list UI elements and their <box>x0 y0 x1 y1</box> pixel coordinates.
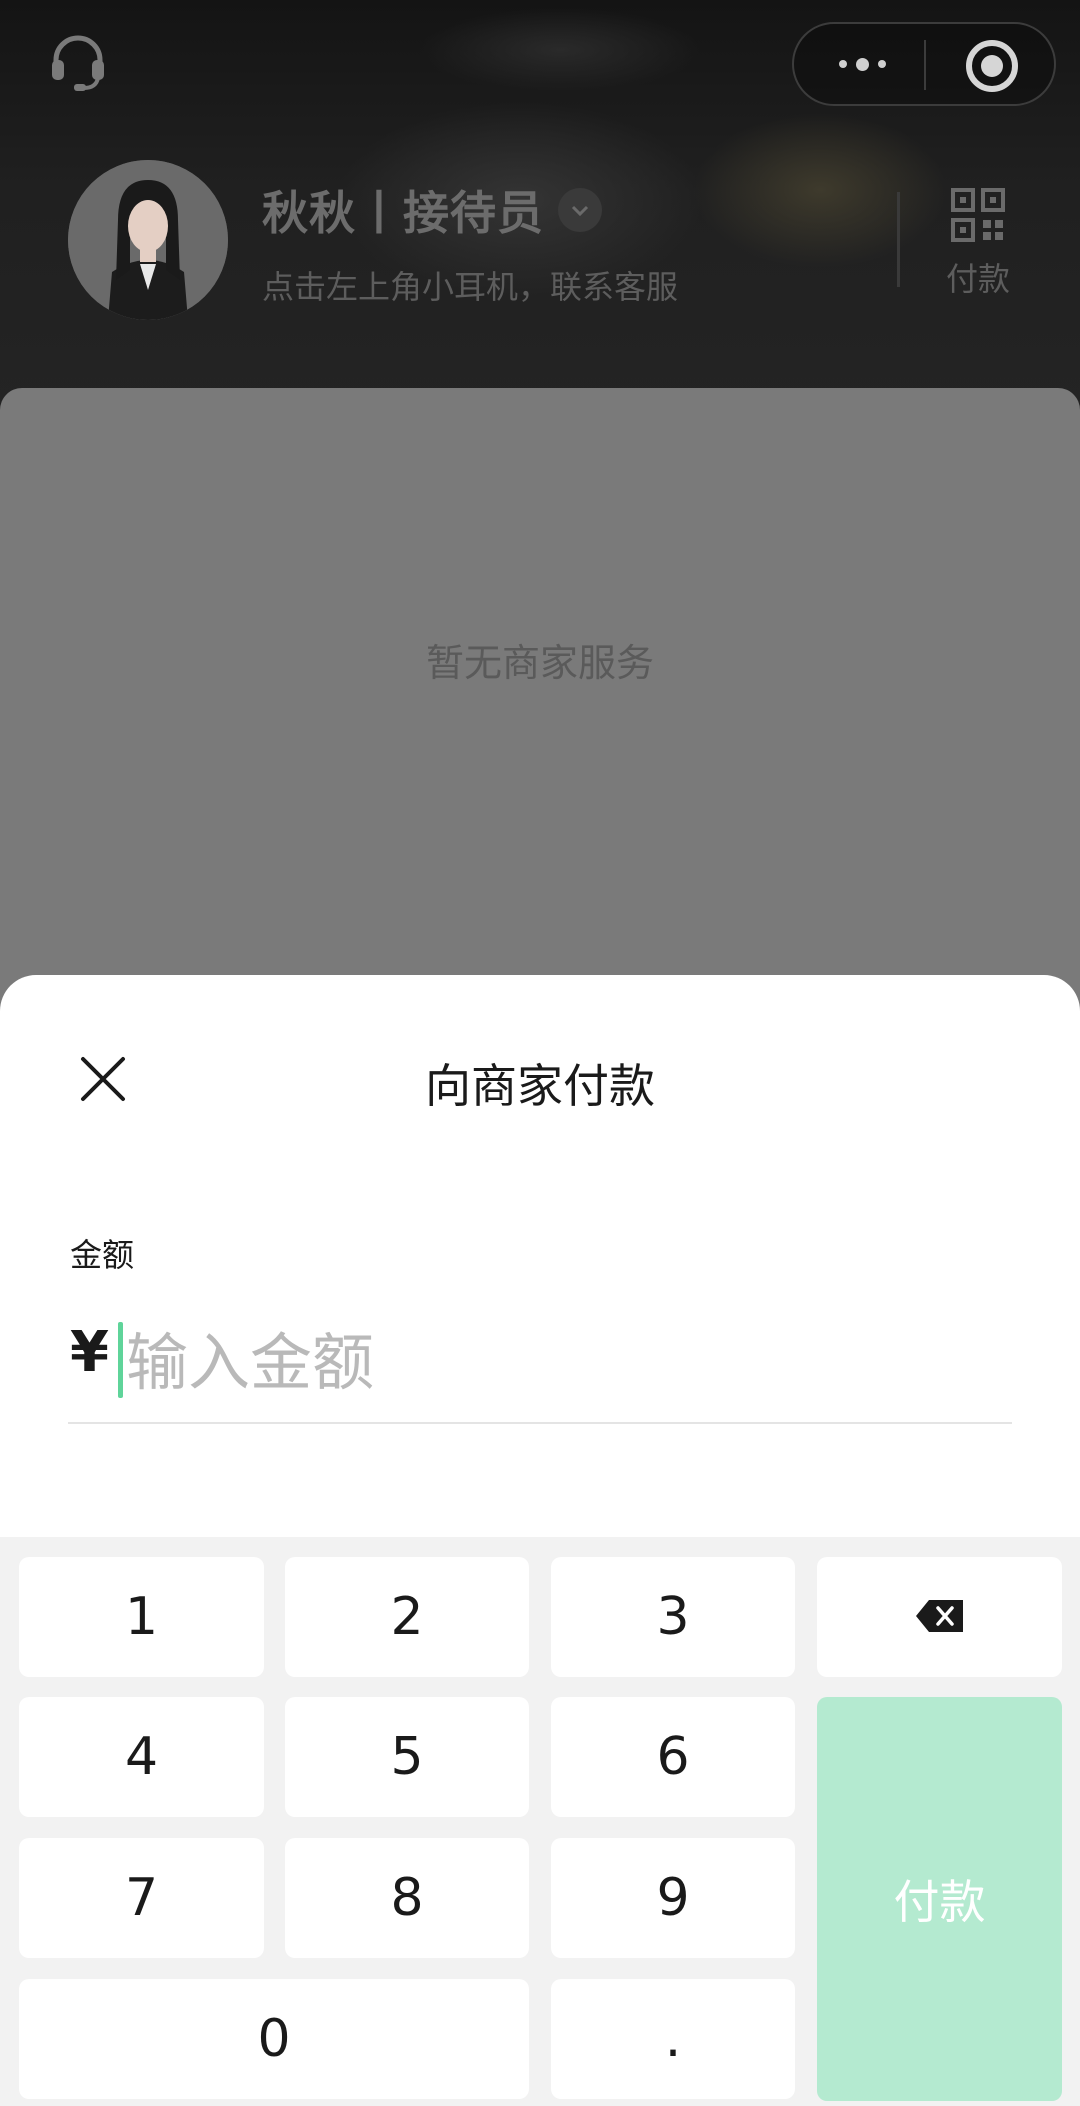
services-panel <box>0 388 1080 1028</box>
headset-icon[interactable] <box>46 30 110 94</box>
currency-symbol: ¥ <box>70 1320 109 1385</box>
contact-hint: 点击左上角小耳机，联系客服 <box>262 268 679 306</box>
key-7[interactable]: 7 <box>19 1838 264 1958</box>
avatar <box>68 160 228 320</box>
key-6[interactable]: 6 <box>551 1697 795 1817</box>
key-decimal[interactable]: . <box>551 1979 795 2099</box>
key-0[interactable]: 0 <box>19 1979 529 2099</box>
pay-qr-button[interactable]: 付款 <box>930 188 1026 298</box>
close-circle-icon[interactable] <box>966 40 1018 92</box>
merchant-name: 秋秋丨接待员 <box>262 186 544 240</box>
pay-qr-label: 付款 <box>945 260 1010 298</box>
empty-services-text: 暂无商家服务 <box>425 641 654 685</box>
key-3[interactable]: 3 <box>551 1557 795 1677</box>
key-5[interactable]: 5 <box>285 1697 529 1817</box>
chevron-down-icon[interactable] <box>558 188 602 232</box>
pay-button[interactable]: 付款 <box>817 1697 1062 2101</box>
header-divider <box>897 192 900 287</box>
mini-program-capsule <box>792 22 1056 106</box>
qr-code-icon <box>951 188 1005 246</box>
sheet-title: 向商家付款 <box>425 1059 655 1113</box>
capsule-divider <box>924 40 926 90</box>
amount-underline <box>68 1422 1012 1424</box>
key-1[interactable]: 1 <box>19 1557 264 1677</box>
more-icon[interactable] <box>830 44 894 84</box>
key-8[interactable]: 8 <box>285 1838 529 1958</box>
backspace-button[interactable] <box>817 1557 1062 1677</box>
key-9[interactable]: 9 <box>551 1838 795 1958</box>
amount-input[interactable] <box>126 1314 1006 1410</box>
merchant-name-row[interactable]: 秋秋丨接待员 <box>262 180 602 240</box>
text-caret <box>118 1322 123 1398</box>
amount-label: 金额 <box>70 1236 135 1274</box>
key-4[interactable]: 4 <box>19 1697 264 1817</box>
backspace-icon <box>915 1587 965 1647</box>
key-2[interactable]: 2 <box>285 1557 529 1677</box>
